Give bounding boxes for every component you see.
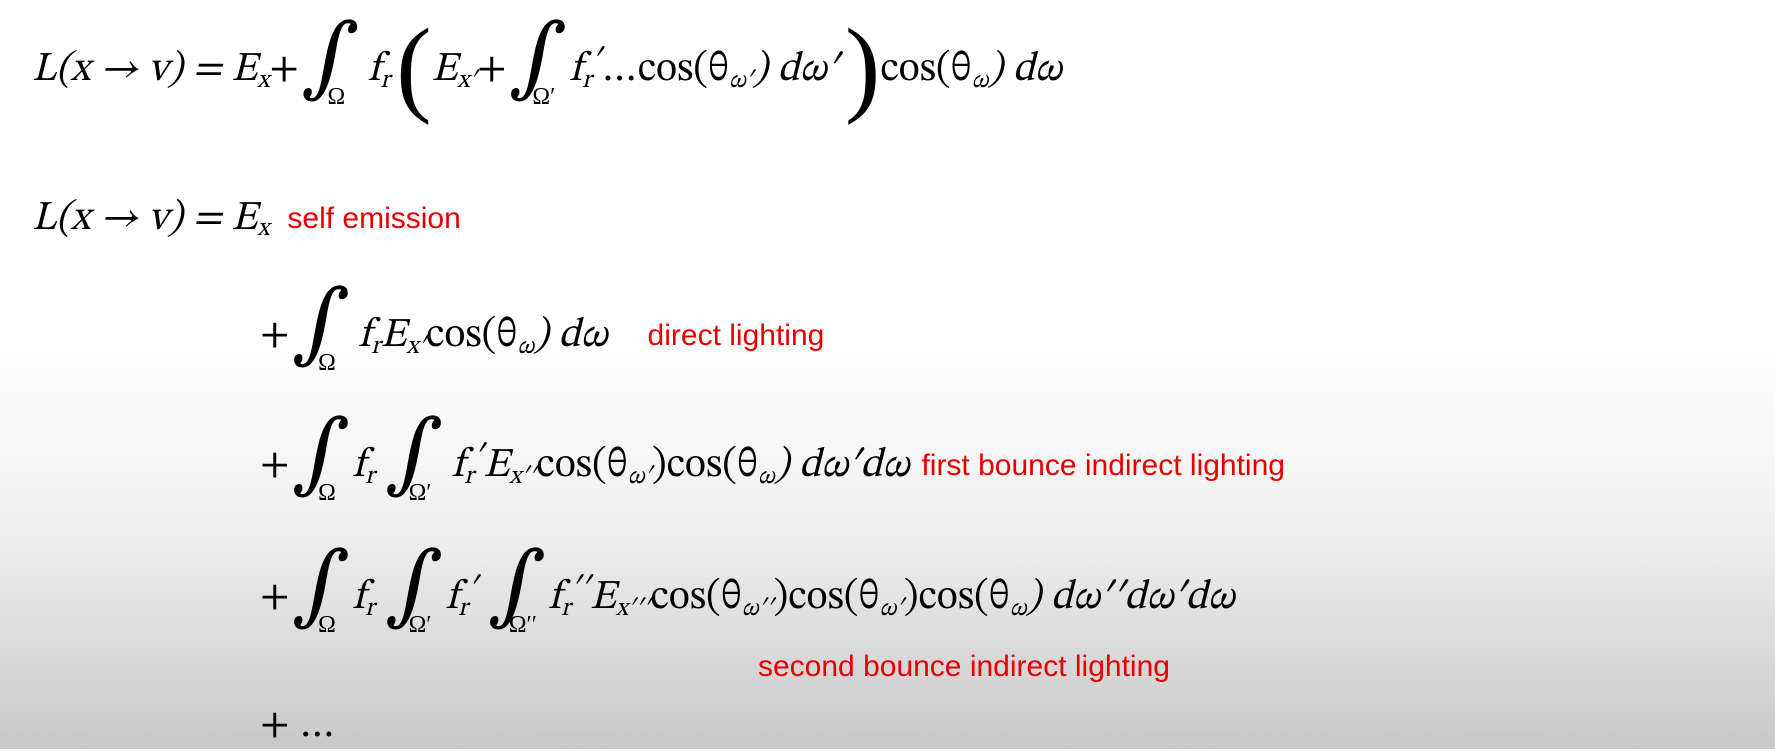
row1-plus: + bbox=[260, 310, 290, 361]
eq1-Ex: E bbox=[432, 44, 458, 95]
annotation-second-bounce: second bounce indirect lighting bbox=[758, 650, 1170, 684]
equation-expanded-row0: L(x → v) = Ex self emission bbox=[32, 193, 461, 244]
row2-plus: + bbox=[260, 440, 290, 491]
annotation-direct-lighting: direct lighting bbox=[648, 319, 825, 353]
eq1-lhs-sub: x bbox=[257, 66, 269, 97]
equation-expanded-row1: + ∫Ω fr Ex′ cos(θω) dω direct lighting bbox=[260, 288, 824, 384]
eq1-dots: … bbox=[601, 44, 637, 95]
eq1-Ex-sub: x′ bbox=[457, 66, 477, 97]
eq1-fr: f bbox=[368, 44, 381, 95]
eq1-fr2-sub: r bbox=[582, 66, 592, 97]
integral-icon: ∫Ω bbox=[292, 418, 351, 514]
row0-lhs: L(x → v) = E bbox=[32, 193, 257, 244]
integral-icon: ∫Ω′ bbox=[508, 22, 567, 118]
eq1-plus1: + bbox=[269, 44, 299, 95]
integral-icon: ∫Ω′′ bbox=[488, 550, 547, 646]
integral-icon: ∫Ω′ bbox=[385, 418, 444, 514]
equation-expanded-row3: + ∫Ω fr ∫Ω′ fr′ ∫Ω′′ fr′′ Ex′′′ cos(θω′′… bbox=[260, 550, 1235, 646]
integral-icon: ∫Ω bbox=[301, 22, 360, 118]
eq1-lhs: L(x → v) = E bbox=[32, 44, 257, 95]
paren-left-icon: ( bbox=[396, 28, 432, 108]
eq1-fr2: f bbox=[569, 44, 582, 95]
row3-plus: + bbox=[260, 572, 290, 623]
equation-expanded-row2: + ∫Ω fr ∫Ω′ fr′ Ex′′ cos(θω′) cos(θω) dω… bbox=[260, 418, 1285, 514]
integral-icon: ∫Ω′ bbox=[385, 550, 444, 646]
eq1-cos2: cos(θ bbox=[880, 44, 971, 95]
equation-recursive: L(x → v) = Ex + ∫Ω fr ( Ex′ + ∫Ω′ fr′ … … bbox=[32, 22, 1062, 118]
equation-expanded-row4: + … bbox=[260, 700, 336, 751]
eq1-fr-sub: r bbox=[380, 66, 390, 97]
eq1-cos1: cos(θ bbox=[638, 44, 729, 95]
paren-right-icon: ) bbox=[845, 28, 881, 108]
annotation-self-emission: self emission bbox=[287, 202, 460, 236]
eq1-plus2: + bbox=[477, 44, 507, 95]
integral-icon: ∫Ω bbox=[292, 288, 351, 384]
integral-icon: ∫Ω bbox=[292, 550, 351, 646]
annotation-first-bounce: first bounce indirect lighting bbox=[921, 449, 1285, 483]
row4-plus-dots: + … bbox=[260, 700, 336, 751]
